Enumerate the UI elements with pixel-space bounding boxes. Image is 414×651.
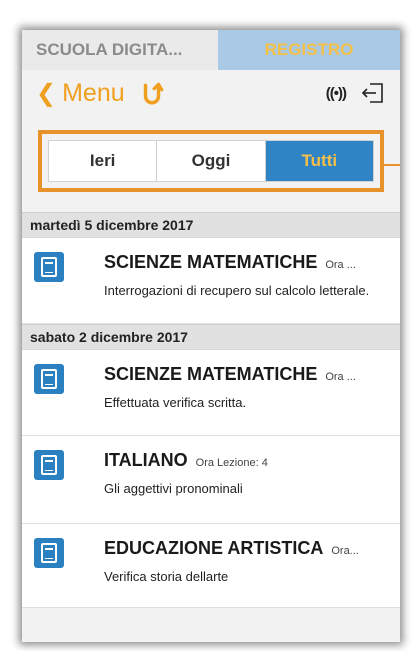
subject-name: SCIENZE MATEMATICHE (104, 252, 318, 272)
top-tabs: SCUOLA DIGITA... REGISTRO (22, 30, 400, 70)
filter-tutti[interactable]: Tutti (265, 141, 373, 181)
back-label: Menu (62, 78, 125, 107)
header-actions: ((•)) (326, 81, 386, 105)
list-item[interactable]: SCIENZE MATEMATICHE Ora ... Interrogazio… (22, 238, 400, 324)
list-item[interactable]: EDUCAZIONE ARTISTICA Ora... Verifica sto… (22, 524, 400, 608)
app-window: SCUOLA DIGITA... REGISTRO ❮ Menu ((•)) I… (22, 30, 400, 642)
highlight-connector (384, 164, 400, 166)
lesson-description: Effettuata verifica scritta. (104, 395, 247, 410)
list-item[interactable]: SCIENZE MATEMATICHE Ora ... Effettuata v… (22, 350, 400, 436)
lesson-hour: Ora... (331, 545, 359, 557)
book-icon (34, 252, 64, 282)
refresh-icon[interactable] (139, 80, 165, 106)
lesson-description: Gli aggettivi pronominali (104, 481, 243, 496)
day-filter-segmented-control: Ieri Oggi Tutti (48, 140, 374, 182)
header-bar: ❮ Menu ((•)) (22, 70, 400, 116)
subject-name: EDUCAZIONE ARTISTICA (104, 538, 324, 558)
lesson-hour: Ora Lezione: 4 (195, 457, 268, 469)
lesson-hour: Ora ... (325, 371, 356, 383)
date-header: sabato 2 dicembre 2017 (22, 324, 400, 350)
back-menu-button[interactable]: ❮ Menu (36, 79, 125, 108)
subject-name: SCIENZE MATEMATICHE (104, 364, 318, 384)
filter-ieri[interactable]: Ieri (49, 141, 158, 181)
book-icon (34, 538, 64, 568)
date-header: martedì 5 dicembre 2017 (22, 212, 400, 238)
chevron-left-icon: ❮ (36, 79, 57, 107)
book-icon (34, 364, 64, 394)
subject-name: ITALIANO (104, 450, 188, 470)
lesson-list: martedì 5 dicembre 2017 SCIENZE MATEMATI… (22, 212, 400, 608)
broadcast-icon[interactable]: ((•)) (326, 85, 347, 102)
lesson-description: Verifica storia dellarte (104, 569, 229, 584)
filter-highlight: Ieri Oggi Tutti (38, 130, 400, 192)
lesson-description: Interrogazioni di recupero sul calcolo l… (104, 283, 370, 298)
lesson-hour: Ora ... (325, 259, 356, 271)
list-item[interactable]: ITALIANO Ora Lezione: 4 Gli aggettivi pr… (22, 436, 400, 524)
book-icon (34, 450, 64, 480)
logout-icon[interactable] (360, 81, 386, 105)
filter-oggi[interactable]: Oggi (157, 141, 266, 181)
tab-scuola-digitale[interactable]: SCUOLA DIGITA... (22, 30, 218, 70)
tab-registro[interactable]: REGISTRO (218, 30, 400, 70)
